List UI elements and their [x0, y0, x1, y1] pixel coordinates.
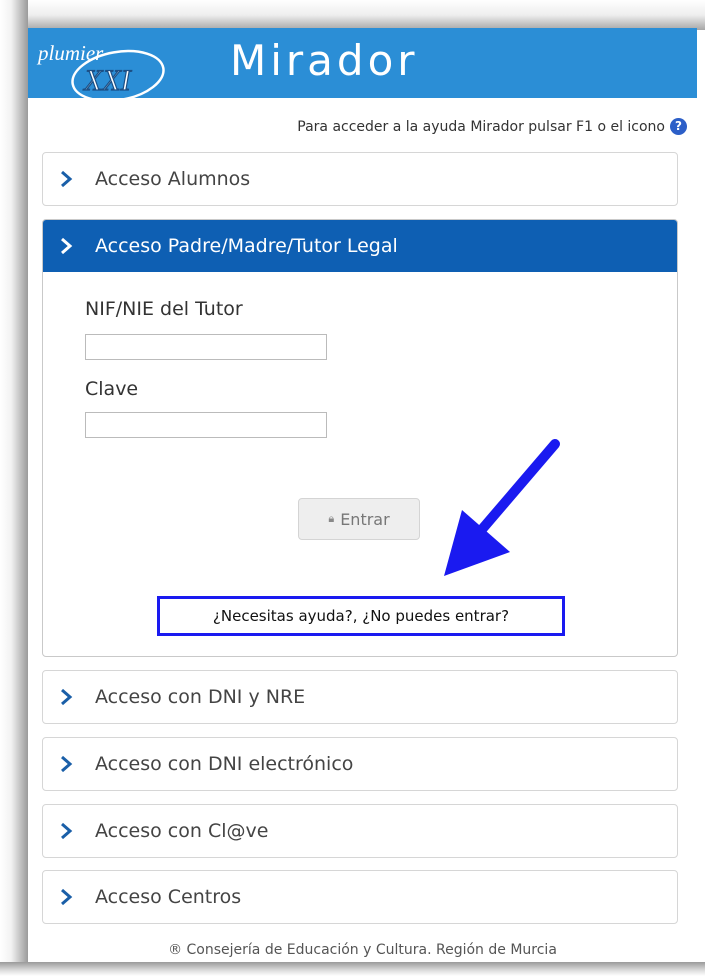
- section-label: Acceso Centros: [95, 886, 242, 908]
- section-label: Acceso con Cl@ve: [95, 820, 269, 842]
- login-panel: plumier XXI Mirador Para acceder a la ay…: [28, 28, 697, 962]
- section-acceso-dni-nre[interactable]: Acceso con DNI y NRE: [42, 670, 678, 724]
- section-header[interactable]: Acceso Padre/Madre/Tutor Legal: [43, 220, 677, 272]
- section-label: Acceso Alumnos: [95, 168, 251, 190]
- help-hint: Para acceder a la ayuda Mirador pulsar F…: [297, 118, 687, 135]
- chevron-right-icon: [61, 237, 73, 255]
- help-link[interactable]: ¿Necesitas ayuda?, ¿No puedes entrar?: [157, 596, 565, 636]
- app-header: plumier XXI Mirador: [28, 28, 697, 103]
- chevron-right-icon: [61, 170, 73, 188]
- help-hint-text: Para acceder a la ayuda Mirador pulsar F…: [297, 118, 665, 135]
- section-header[interactable]: Acceso con DNI electrónico: [43, 738, 677, 790]
- clave-input[interactable]: [85, 412, 327, 438]
- svg-text:XXI: XXI: [83, 64, 133, 97]
- section-header[interactable]: Acceso Centros: [43, 871, 677, 923]
- section-label: Acceso con DNI electrónico: [95, 753, 354, 775]
- entrar-button[interactable]: 🔒︎ Entrar: [298, 498, 420, 540]
- chevron-right-icon: [61, 755, 73, 773]
- section-label: Acceso Padre/Madre/Tutor Legal: [95, 235, 398, 257]
- lock-icon: 🔒︎: [328, 512, 335, 525]
- screenshot-shadow-top: [0, 0, 705, 30]
- svg-text:plumier: plumier: [36, 41, 104, 65]
- app-title: Mirador: [230, 36, 419, 85]
- chevron-right-icon: [61, 888, 73, 906]
- nif-input[interactable]: [85, 334, 327, 360]
- section-header[interactable]: Acceso con Cl@ve: [43, 805, 677, 857]
- section-acceso-centros[interactable]: Acceso Centros: [42, 870, 678, 924]
- screenshot-shadow-bottom: [0, 962, 705, 976]
- section-header[interactable]: Acceso Alumnos: [43, 153, 677, 205]
- chevron-right-icon: [61, 822, 73, 840]
- section-acceso-clave[interactable]: Acceso con Cl@ve: [42, 804, 678, 858]
- section-acceso-tutor[interactable]: Acceso Padre/Madre/Tutor Legal NIF/NIE d…: [42, 219, 678, 657]
- section-acceso-dni-electronico[interactable]: Acceso con DNI electrónico: [42, 737, 678, 791]
- plumier-xxi-logo: plumier XXI: [36, 41, 165, 103]
- section-label: Acceso con DNI y NRE: [95, 686, 306, 708]
- clave-label: Clave: [85, 378, 139, 400]
- nif-label: NIF/NIE del Tutor: [85, 298, 243, 320]
- section-header[interactable]: Acceso con DNI y NRE: [43, 671, 677, 723]
- entrar-button-label: Entrar: [340, 509, 390, 529]
- screenshot-shadow-left: [0, 0, 28, 976]
- chevron-right-icon: [61, 688, 73, 706]
- annotation-arrow-icon: [444, 439, 560, 576]
- section-acceso-alumnos[interactable]: Acceso Alumnos: [42, 152, 678, 206]
- question-circle-icon[interactable]: ?: [670, 118, 687, 135]
- footer-copyright: ® Consejería de Educación y Cultura. Reg…: [168, 942, 557, 958]
